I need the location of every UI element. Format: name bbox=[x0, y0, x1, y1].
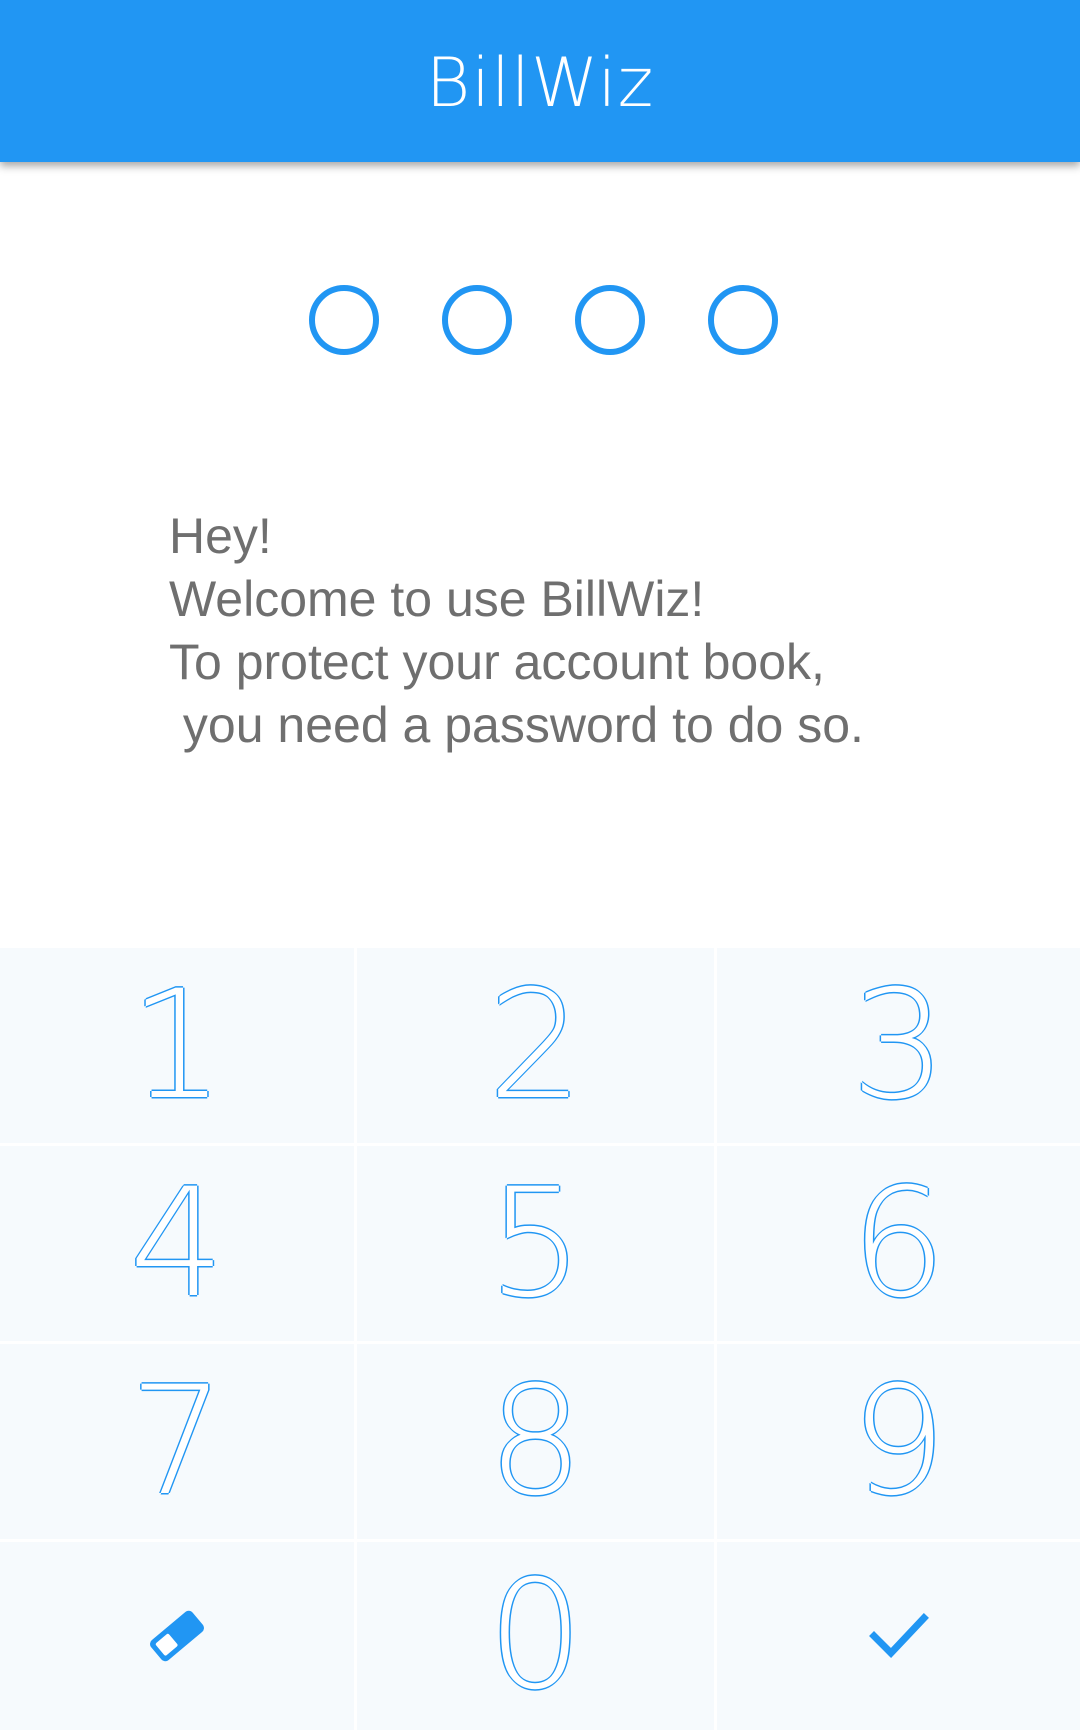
check-icon bbox=[868, 1612, 929, 1660]
key-label: 0 bbox=[487, 1549, 584, 1723]
key-7[interactable]: 7 bbox=[0, 1344, 357, 1542]
pin-indicator bbox=[0, 285, 1080, 355]
app-title: BillWiz bbox=[425, 43, 655, 123]
key-6[interactable]: 6 bbox=[717, 1146, 1080, 1344]
key-3[interactable]: 3 bbox=[717, 948, 1080, 1146]
key-label: 2 bbox=[487, 958, 584, 1133]
key-label: 5 bbox=[487, 1156, 584, 1331]
eraser-icon bbox=[144, 1603, 210, 1669]
key-1[interactable]: 1 bbox=[0, 948, 357, 1146]
key-label: 1 bbox=[129, 958, 225, 1133]
message-line: you need a password to do so. bbox=[169, 697, 864, 753]
pin-dot bbox=[442, 285, 512, 355]
key-label: 8 bbox=[487, 1354, 584, 1529]
pin-dot bbox=[575, 285, 645, 355]
welcome-message: Hey! Welcome to use BillWiz! To protect … bbox=[169, 505, 989, 757]
key-2[interactable]: 2 bbox=[357, 948, 717, 1146]
key-label: 7 bbox=[129, 1354, 225, 1529]
key-label: 6 bbox=[850, 1156, 947, 1331]
key-5[interactable]: 5 bbox=[357, 1146, 717, 1344]
key-label: 3 bbox=[850, 958, 947, 1133]
message-line: Welcome to use BillWiz! bbox=[169, 571, 705, 627]
erase-button[interactable] bbox=[0, 1542, 357, 1733]
key-4[interactable]: 4 bbox=[0, 1146, 357, 1344]
app-bar: BillWiz bbox=[0, 0, 1080, 162]
confirm-button[interactable] bbox=[717, 1542, 1080, 1733]
key-label: 4 bbox=[129, 1156, 225, 1331]
key-9[interactable]: 9 bbox=[717, 1344, 1080, 1542]
key-8[interactable]: 8 bbox=[357, 1344, 717, 1542]
key-label: 9 bbox=[850, 1354, 947, 1529]
pin-dot bbox=[309, 285, 379, 355]
numeric-keypad: 1 2 3 4 5 6 7 8 9 0 bbox=[0, 948, 1080, 1733]
message-line: Hey! bbox=[169, 508, 272, 564]
message-line: To protect your account book, bbox=[169, 634, 825, 690]
key-0[interactable]: 0 bbox=[357, 1542, 717, 1733]
pin-dot bbox=[708, 285, 778, 355]
